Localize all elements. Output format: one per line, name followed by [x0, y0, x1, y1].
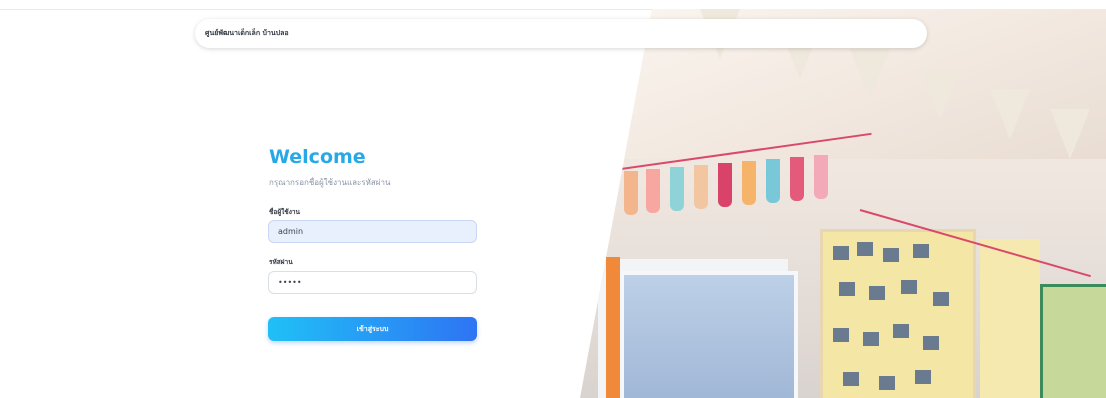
bunting-flag [990, 89, 1030, 139]
pinboard-3 [1040, 284, 1106, 398]
top-header-bar: ศูนย์พัฒนาเด็กเล็ก บ้านปลอ [195, 19, 927, 48]
tassel [718, 163, 732, 207]
pinboard-2 [980, 239, 1040, 398]
password-value: ••••• [278, 278, 302, 287]
login-button[interactable]: เข้าสู่ระบบ [268, 317, 477, 341]
bunting-flag [1050, 109, 1090, 159]
tassel [624, 171, 638, 215]
bunting-flag [920, 69, 960, 119]
tassel [814, 155, 828, 199]
password-field[interactable]: ••••• [268, 271, 477, 294]
classroom-photo [580, 9, 1106, 398]
tassel [742, 161, 756, 205]
orange-strip [606, 257, 620, 398]
tassel [694, 165, 708, 209]
password-label: รหัสผ่าน [269, 258, 293, 266]
bunting-flag [850, 49, 890, 99]
tassel [766, 159, 780, 203]
site-title: ศูนย์พัฒนาเด็กเล็ก บ้านปลอ [205, 29, 289, 37]
login-button-label: เข้าสู่ระบบ [356, 324, 389, 333]
username-field[interactable]: admin [268, 220, 477, 243]
login-subtitle: กรุณากรอกชื่อผู้ใช้งานและรหัสผ่าน [269, 178, 391, 187]
tassel [790, 157, 804, 201]
username-value: admin [278, 227, 304, 236]
welcome-heading: Welcome [269, 146, 366, 168]
window [620, 271, 798, 398]
username-label: ชื่อผู้ใช้งาน [269, 208, 300, 216]
tassel [670, 167, 684, 211]
pinboard [820, 229, 976, 398]
tassel [646, 169, 660, 213]
